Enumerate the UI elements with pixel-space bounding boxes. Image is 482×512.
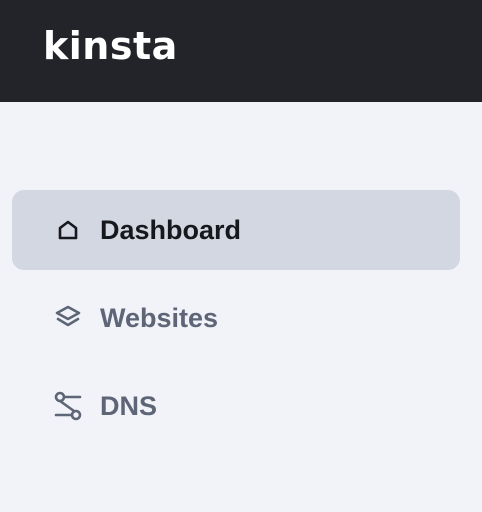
sidebar-item-dashboard[interactable]: Dashboard xyxy=(12,190,460,270)
top-bar: kinsta xyxy=(0,0,482,102)
sidebar-nav: Dashboard Websites DNS xyxy=(0,102,482,512)
sidebar-item-label: DNS xyxy=(100,390,158,421)
sidebar-item-dns[interactable]: DNS xyxy=(12,366,460,446)
layers-icon xyxy=(52,302,84,334)
home-icon xyxy=(52,214,84,246)
kinsta-logo[interactable]: kinsta xyxy=(43,24,178,68)
route-icon xyxy=(52,390,84,422)
sidebar-item-label: Dashboard xyxy=(100,214,242,245)
sidebar-item-label: Websites xyxy=(100,302,219,333)
sidebar-item-websites[interactable]: Websites xyxy=(12,278,460,358)
